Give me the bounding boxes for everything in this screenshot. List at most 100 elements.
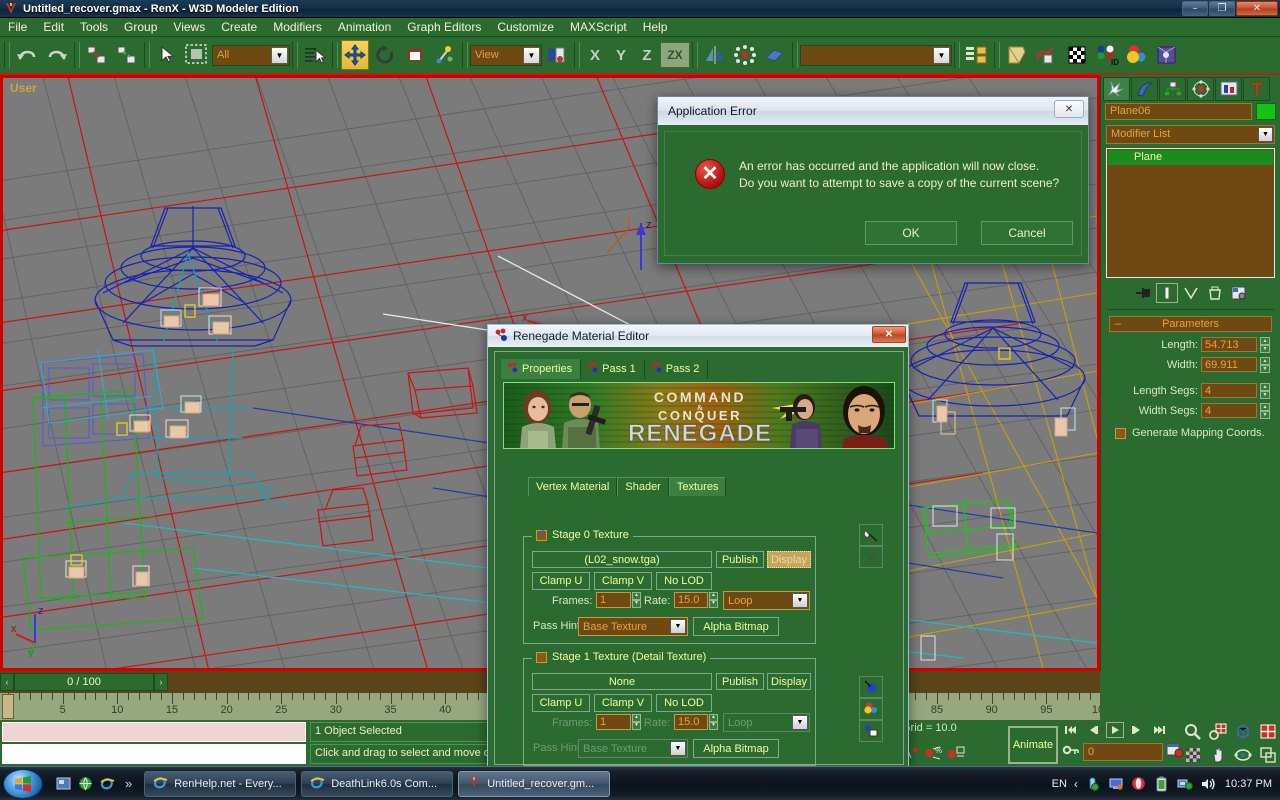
length-field[interactable]: 54.713 [1201, 337, 1257, 352]
frame-counter[interactable]: 0 / 100 [14, 673, 154, 691]
current-frame-field[interactable]: 0 [1083, 743, 1163, 761]
menu-item-file[interactable]: File [0, 18, 35, 36]
zoom-icon[interactable] [1180, 720, 1205, 743]
layer-manager-icon[interactable] [963, 40, 991, 70]
width-segs-field[interactable]: 4 [1201, 403, 1257, 418]
apply-to-selection-icon[interactable] [859, 676, 883, 698]
length-segs-field[interactable]: 4 [1201, 383, 1257, 398]
tray-update-icon[interactable] [1085, 776, 1101, 792]
application-error-dialog[interactable]: Application Error ✕ ✕ An error has occur… [657, 96, 1089, 264]
chevron-down-icon[interactable]: ▼ [792, 715, 808, 730]
quick-render-icon[interactable] [1153, 40, 1181, 70]
stage0-publish-button[interactable]: Publish [716, 551, 764, 568]
close-button[interactable]: ✕ [1236, 1, 1278, 16]
align-icon[interactable] [761, 40, 789, 70]
chevron-down-icon[interactable]: ▼ [792, 593, 808, 608]
stage1-frames-spinner[interactable]: ▲▼ [632, 714, 641, 730]
arc-rotate-icon[interactable] [1230, 743, 1255, 766]
stage1-rate-spinner[interactable]: ▲▼ [709, 714, 718, 730]
restrict-to-x-button[interactable]: X [583, 40, 607, 70]
taskbar-item-renx[interactable]: Untitled_recover.gm... [458, 771, 610, 797]
stage1-publish-button[interactable]: Publish [716, 673, 764, 690]
stage1-texture-field[interactable]: None [532, 673, 712, 690]
taskbar-item-deathlink[interactable]: DeathLink6.0s Com... [301, 771, 453, 797]
use-pivot-center-icon[interactable] [431, 40, 459, 70]
stage0-display-button[interactable]: Display [767, 551, 811, 568]
menu-item-animation[interactable]: Animation [330, 18, 399, 36]
go-to-end-icon[interactable] [1150, 722, 1168, 738]
stage1-rate-field[interactable]: 15.0 [674, 714, 708, 730]
stage0-pass-hint-combo[interactable]: Base Texture ▼ [578, 617, 688, 636]
utilities-tab[interactable] [1243, 77, 1270, 101]
tray-expand-chevron[interactable]: ‹ [1074, 777, 1078, 791]
display-tab[interactable] [1215, 77, 1242, 101]
previous-frame-arrow[interactable]: ‹ [0, 673, 14, 691]
min-max-toggle-icon[interactable] [1255, 743, 1280, 766]
show-desktop-icon[interactable] [55, 776, 71, 792]
length-segs-spinner[interactable]: ▲▼ [1260, 383, 1270, 398]
unlink-selection-icon[interactable] [113, 40, 141, 70]
stage1-frames-field[interactable]: 1 [596, 714, 631, 730]
modifier-stack-item-plane[interactable]: Plane [1108, 150, 1273, 165]
chevron-down-icon[interactable]: ▼ [933, 47, 950, 64]
modifier-stack[interactable]: Plane [1106, 148, 1275, 278]
chevron-down-icon[interactable]: ▼ [523, 47, 540, 64]
menu-item-views[interactable]: Views [165, 18, 213, 36]
script-listener-field[interactable] [2, 744, 306, 764]
minimize-button[interactable]: – [1182, 1, 1208, 16]
subtab-textures[interactable]: Textures [669, 477, 727, 496]
select-and-rotate-icon[interactable] [371, 40, 399, 70]
tray-clock[interactable]: 10:37 PM [1225, 778, 1272, 790]
zoom-all-icon[interactable] [1205, 720, 1230, 743]
stage0-rate-field[interactable]: 15.0 [674, 592, 708, 608]
select-by-name-icon[interactable] [301, 40, 329, 70]
go-to-start-icon[interactable] [1062, 722, 1080, 738]
tray-opera-icon[interactable] [1131, 776, 1147, 792]
create-tab[interactable] [1103, 77, 1130, 101]
renegade-material-editor-dialog[interactable]: Renegade Material Editor ✕ Properties Pa… [487, 324, 909, 770]
configure-sets-icon[interactable] [1228, 283, 1250, 303]
stage1-enable-checkbox[interactable] [536, 652, 547, 663]
material-editor-icon[interactable] [1063, 40, 1091, 70]
chevron-down-icon[interactable]: ▼ [1258, 127, 1273, 142]
tab-pass-1[interactable]: Pass 1 [581, 359, 645, 379]
stage0-frames-spinner[interactable]: ▲▼ [632, 592, 641, 608]
restrict-to-z-button[interactable]: Z [635, 40, 659, 70]
menu-item-edit[interactable]: Edit [35, 18, 72, 36]
pan-icon[interactable] [1205, 743, 1230, 766]
chevron-down-icon[interactable]: ▼ [271, 47, 288, 64]
previous-frame-icon[interactable] [1084, 722, 1102, 738]
stage0-clamp-u-button[interactable]: Clamp U [532, 572, 590, 590]
stage0-texture-field[interactable]: (L02_snow.tga) [532, 551, 712, 568]
key-mode-toggle-icon[interactable] [1062, 743, 1080, 760]
menu-item-modifiers[interactable]: Modifiers [265, 18, 330, 36]
stage0-alpha-bitmap-button[interactable]: Alpha Bitmap [693, 617, 779, 636]
select-and-move-icon[interactable] [341, 40, 369, 70]
wire-color-swatch[interactable] [1256, 103, 1276, 120]
tab-properties[interactable]: Properties [501, 359, 581, 379]
copy-material-icon[interactable] [859, 720, 883, 742]
show-end-result-icon[interactable] [1156, 283, 1178, 303]
stage0-no-lod-button[interactable]: No LOD [656, 572, 712, 590]
rollup-collapse-glyph[interactable]: – [1115, 317, 1121, 332]
network-icon[interactable] [1177, 776, 1193, 792]
width-segs-spinner[interactable]: ▲▼ [1260, 403, 1270, 418]
menu-item-graph-editors[interactable]: Graph Editors [399, 18, 489, 36]
modify-tab[interactable] [1131, 77, 1158, 101]
mirror-icon[interactable] [701, 40, 729, 70]
field-of-view-icon[interactable] [1180, 743, 1205, 766]
next-frame-icon[interactable] [1128, 722, 1146, 738]
curve-editor-icon[interactable] [1003, 40, 1031, 70]
network-icon[interactable] [77, 776, 93, 792]
stage1-no-lod-button[interactable]: No LOD [656, 694, 712, 712]
select-and-link-icon[interactable] [83, 40, 111, 70]
hierarchy-tab[interactable] [1159, 77, 1186, 101]
subtab-shader[interactable]: Shader [617, 477, 668, 496]
parameters-rollup-header[interactable]: – Parameters [1109, 316, 1272, 332]
quick-launch-overflow[interactable]: » [125, 776, 132, 791]
play-animation-icon[interactable] [1106, 722, 1124, 738]
stage1-alpha-bitmap-button[interactable]: Alpha Bitmap [693, 739, 779, 758]
next-frame-arrow[interactable]: › [154, 673, 168, 691]
material-editor-close-button[interactable]: ✕ [872, 326, 906, 343]
stage0-clamp-v-button[interactable]: Clamp V [594, 572, 652, 590]
